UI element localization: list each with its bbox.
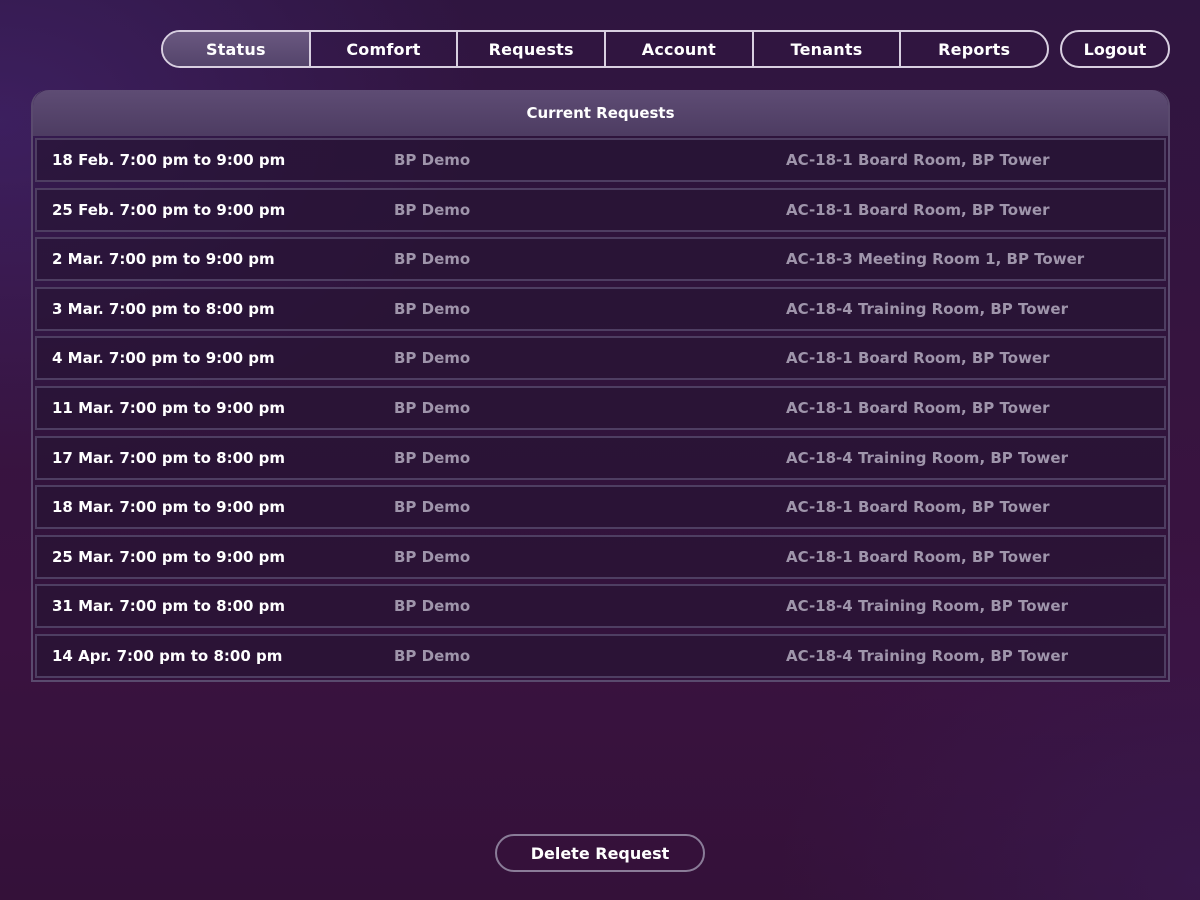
request-room: AC-18-4 Training Room, BP Tower — [786, 299, 1068, 318]
request-time: 18 Feb. 7:00 pm to 9:00 pm — [52, 151, 286, 169]
request-time: 11 Mar. 7:00 pm to 9:00 pm — [52, 398, 286, 417]
tab-requests[interactable]: Requests — [458, 32, 607, 66]
request-room: AC-18-1 Board Room, BP Tower — [786, 498, 1050, 517]
request-tenant: BP Demo — [394, 498, 471, 517]
request-room: AC-18-4 Training Room, BP Tower — [786, 448, 1068, 467]
delete-request-button[interactable]: Delete Request — [495, 834, 705, 872]
request-row[interactable]: 14 Apr. 7:00 pm to 8:00 pm BP Demo AC-18… — [35, 633, 1166, 678]
request-time: 25 Mar. 7:00 pm to 9:00 pm — [52, 547, 286, 566]
request-room: AC-18-1 Board Room, BP Tower — [786, 200, 1050, 219]
request-room: AC-18-1 Board Room, BP Tower — [786, 398, 1050, 417]
main-nav: Status Comfort Requests Account Tenants … — [161, 30, 1049, 68]
tab-reports[interactable]: Reports — [901, 32, 1047, 66]
request-row[interactable]: 18 Feb. 7:00 pm to 9:00 pm BP Demo AC-18… — [35, 138, 1166, 182]
request-row[interactable]: 17 Mar. 7:00 pm to 8:00 pm BP Demo AC-18… — [35, 435, 1166, 480]
request-tenant: BP Demo — [394, 151, 471, 169]
request-row[interactable]: 25 Mar. 7:00 pm to 9:00 pm BP Demo AC-18… — [35, 534, 1166, 579]
request-time: 31 Mar. 7:00 pm to 8:00 pm — [52, 597, 286, 616]
request-tenant: BP Demo — [394, 398, 471, 417]
request-time: 18 Mar. 7:00 pm to 9:00 pm — [52, 498, 286, 517]
request-row[interactable]: 11 Mar. 7:00 pm to 9:00 pm BP Demo AC-18… — [35, 385, 1166, 430]
logout-button[interactable]: Logout — [1060, 30, 1170, 68]
request-row[interactable]: 18 Mar. 7:00 pm to 9:00 pm BP Demo AC-18… — [35, 485, 1166, 530]
request-row[interactable]: 4 Mar. 7:00 pm to 9:00 pm BP Demo AC-18-… — [35, 336, 1166, 381]
tab-tenants[interactable]: Tenants — [754, 32, 902, 66]
request-row[interactable]: 3 Mar. 7:00 pm to 8:00 pm BP Demo AC-18-… — [35, 286, 1166, 331]
request-row[interactable]: 2 Mar. 7:00 pm to 9:00 pm BP Demo AC-18-… — [35, 237, 1166, 282]
request-room: AC-18-1 Board Room, BP Tower — [786, 349, 1050, 368]
tab-account[interactable]: Account — [606, 32, 754, 66]
request-tenant: BP Demo — [394, 299, 471, 318]
request-room: AC-18-4 Training Room, BP Tower — [786, 646, 1068, 665]
request-time: 14 Apr. 7:00 pm to 8:00 pm — [52, 646, 283, 665]
tab-comfort[interactable]: Comfort — [311, 32, 459, 66]
request-row[interactable]: 25 Feb. 7:00 pm to 9:00 pm BP Demo AC-18… — [35, 187, 1166, 232]
request-time: 4 Mar. 7:00 pm to 9:00 pm — [52, 349, 275, 368]
request-tenant: BP Demo — [394, 547, 471, 566]
request-room: AC-18-3 Meeting Room 1, BP Tower — [786, 250, 1085, 269]
request-tenant: BP Demo — [394, 200, 471, 219]
request-row[interactable]: 31 Mar. 7:00 pm to 8:00 pm BP Demo AC-18… — [35, 584, 1166, 629]
request-time: 17 Mar. 7:00 pm to 8:00 pm — [52, 448, 286, 467]
request-room: AC-18-4 Training Room, BP Tower — [786, 597, 1068, 616]
request-tenant: BP Demo — [394, 597, 471, 616]
request-tenant: BP Demo — [394, 448, 471, 467]
request-list: 18 Feb. 7:00 pm to 9:00 pm BP Demo AC-18… — [33, 136, 1168, 678]
request-tenant: BP Demo — [394, 250, 471, 269]
tab-status[interactable]: Status — [163, 32, 311, 66]
request-room: AC-18-1 Board Room, BP Tower — [786, 151, 1050, 169]
request-time: 3 Mar. 7:00 pm to 8:00 pm — [52, 299, 275, 318]
panel-title: Current Requests — [33, 90, 1168, 136]
request-time: 2 Mar. 7:00 pm to 9:00 pm — [52, 250, 275, 269]
request-room: AC-18-1 Board Room, BP Tower — [786, 547, 1050, 566]
current-requests-panel: Current Requests 18 Feb. 7:00 pm to 9:00… — [31, 90, 1170, 682]
request-tenant: BP Demo — [394, 349, 471, 368]
request-tenant: BP Demo — [394, 646, 471, 665]
request-time: 25 Feb. 7:00 pm to 9:00 pm — [52, 200, 286, 219]
